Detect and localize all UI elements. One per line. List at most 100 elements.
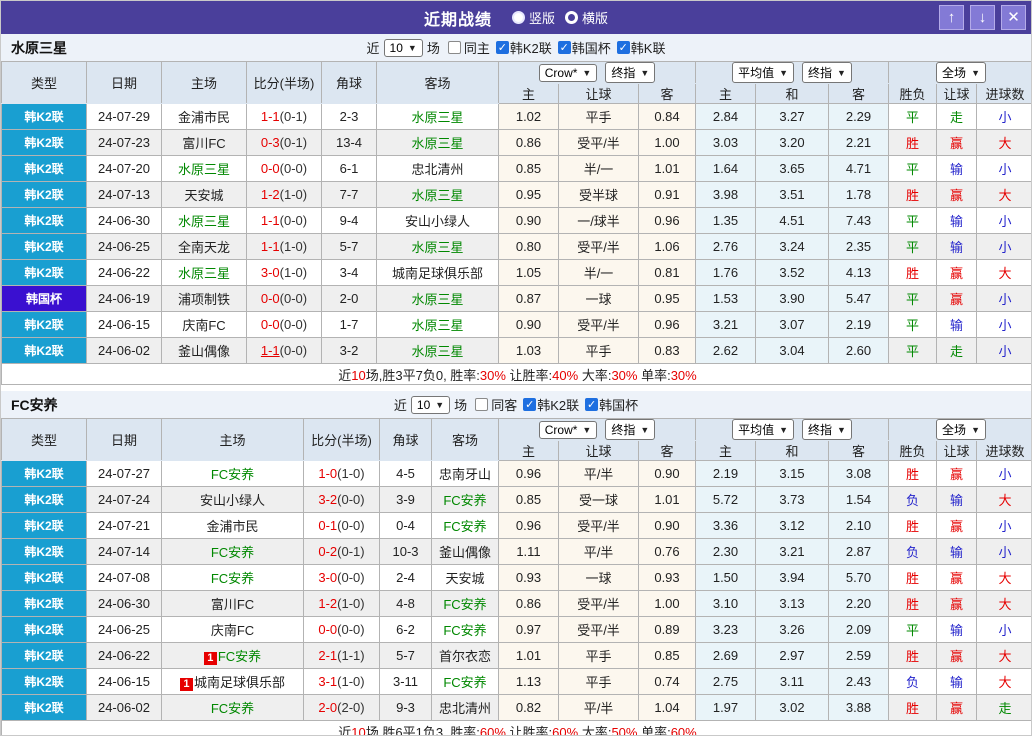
away-odds-cell: 0.90 [638,460,696,487]
match-row: 韩K2联 24-06-25 全南天龙 1-1(1-0) 5-7 水原三星 0.80 受平/半 1… [1,233,1031,260]
same-venue-checkbox[interactable] [475,398,489,411]
date-cell: 24-07-27 [86,460,162,487]
goals-result-cell: 走 [976,694,1031,721]
avg-draw-cell: 3.15 [755,460,829,487]
handicap-cell: 半/一 [558,259,639,286]
home-odds-cell: 0.80 [498,233,559,260]
match-row: 韩K2联 24-06-22 水原三星 3-0(1-0) 3-4 城南足球俱乐部 1.05 半/… [1,259,1031,286]
move-up-button[interactable]: ↑ [939,5,964,30]
competition-cell: 韩K2联 [1,103,87,130]
halftime-score: (1-0) [337,596,365,611]
league-checkbox[interactable]: ✓ [557,41,571,54]
halftime-score: (0-0) [279,343,308,358]
match-count-select[interactable]: 10 ▼ [383,38,423,57]
bookmaker-select[interactable]: Crow* ▼ [538,421,598,439]
avg-away-cell: 2.19 [827,311,890,338]
sub-column-header: 和 [755,83,829,104]
avg-draw-cell: 3.27 [755,103,829,130]
avg-home-cell: 2.19 [695,460,756,487]
avg-draw-cell: 3.13 [755,590,829,617]
avg-home-cell: 2.69 [695,642,756,669]
handicap-result-cell: 走 [936,103,978,130]
corners-cell: 5-7 [321,233,377,260]
corners-cell: 2-0 [321,285,377,312]
halftime-score: (0-0) [337,518,365,533]
avg-away-cell: 2.09 [827,616,890,643]
home-team-name: 富川FC [182,136,226,151]
sub-column-header: 让球 [558,440,639,461]
home-odds-cell: 1.02 [498,103,559,130]
match-filters: 近 10 ▼ 场同主 ✓ 韩K2联 ✓ 韩国杯 ✓ 韩K联 [367,38,665,57]
avg-draw-cell: 3.02 [755,694,829,721]
corners-cell: 10-3 [379,538,432,565]
section-bar-1: FC安养近 10 ▼ 场同客 ✓ 韩K2联 ✓ 韩国杯 [1,391,1031,418]
average-select[interactable]: 平均值 ▼ [732,62,794,83]
avg-draw-cell: 3.65 [755,155,829,182]
close-button[interactable]: ✕ [1001,5,1026,30]
odds-time-select[interactable]: 终指 ▼ [605,419,656,440]
result-cell: 平 [888,207,938,234]
handicap-result-cell: 赢 [936,564,978,591]
league-checkbox-label: 韩国杯 [599,398,639,413]
league-checkbox[interactable]: ✓ [585,398,599,411]
score-cell: 0-1(0-0) [303,512,380,539]
home-team-name: 釜山偶像 [177,344,230,359]
goals-result-cell: 小 [976,460,1031,487]
league-checkbox[interactable]: ✓ [616,41,630,54]
result-cell: 负 [888,486,938,513]
avg-home-cell: 1.64 [695,155,756,182]
avg-draw-cell: 3.21 [755,538,829,565]
away-team-cell: 天安城 [431,564,499,591]
same-venue-checkbox[interactable] [447,41,461,54]
result-cell: 平 [888,233,938,260]
home-odds-cell: 1.05 [498,259,559,286]
chevron-down-icon: ▼ [407,42,417,53]
same-venue-label: 同主 [463,41,490,56]
horizontal-radio-label[interactable]: 横版 [582,8,608,27]
fulltime-score[interactable]: 1-1 [261,343,280,358]
summary-text: 单率: [637,367,671,383]
home-odds-cell: 1.13 [498,668,559,695]
vertical-radio[interactable] [511,11,525,24]
league-checkbox[interactable]: ✓ [495,41,509,54]
chevron-down-icon: ▼ [837,67,846,78]
chevron-down-icon: ▼ [640,424,650,435]
average-time-select[interactable]: 终指 ▼ [802,62,852,83]
move-down-button[interactable]: ↓ [970,5,995,30]
halftime-score: (0-1) [337,544,365,559]
competition-cell: 韩K2联 [1,155,87,182]
horizontal-radio[interactable] [565,11,578,24]
match-row: 韩K2联 24-07-08 FC安养 3-0(0-0) 2-4 天安城 0.93 一球 0.93… [1,564,1031,591]
match-count-select-label: 10 [416,397,431,412]
handicap-cell: 受平/半 [558,311,639,338]
average-time-select[interactable]: 终指 ▼ [802,419,852,440]
vertical-radio-label[interactable]: 竖版 [529,8,555,27]
chevron-down-icon: ▼ [582,425,592,435]
match-count-select[interactable]: 10 ▼ [410,395,451,414]
halftime-score: (1-0) [279,239,308,254]
league-checkbox[interactable]: ✓ [523,398,537,411]
goals-result-cell: 大 [976,590,1031,617]
competition-cell: 韩K2联 [1,616,87,643]
odds-time-select[interactable]: 终指 ▼ [605,62,656,83]
average-time-select-label: 终指 [808,423,833,437]
score-cell: 0-0(0-0) [303,616,380,643]
average-select[interactable]: 平均值 ▼ [732,419,794,440]
handicap-cell: 平/半 [558,538,639,565]
avg-draw-cell: 2.97 [755,642,829,669]
results-table: 类型 日期 主场 比分(半场) 角球 客场 Crow* ▼ 终指 ▼ 平均值 ▼ 终指 ▼ 全场 ▼ 主让球客主… [1,418,1031,735]
avg-home-cell: 3.03 [695,129,756,156]
team-name: FC安养 [11,396,58,413]
away-team-cell: 水原三星 [376,337,499,364]
corners-cell: 0-4 [379,512,432,539]
corners-cell: 13-4 [321,129,377,156]
corners-cell: 3-9 [379,486,432,513]
bookmaker-select-label: Crow* [544,423,578,437]
avg-away-cell: 4.71 [827,155,890,182]
bookmaker-select[interactable]: Crow* ▼ [538,64,598,82]
match-row: 韩K2联 24-06-15 1 城南足球俱乐部 3-1(1-0) 3-11 FC安养 1.13… [1,668,1031,695]
scope-select[interactable]: 全场 ▼ [936,419,986,440]
score-cell: 1-1(0-0) [246,207,322,234]
avg-home-cell: 1.35 [695,207,756,234]
scope-select[interactable]: 全场 ▼ [936,62,986,83]
